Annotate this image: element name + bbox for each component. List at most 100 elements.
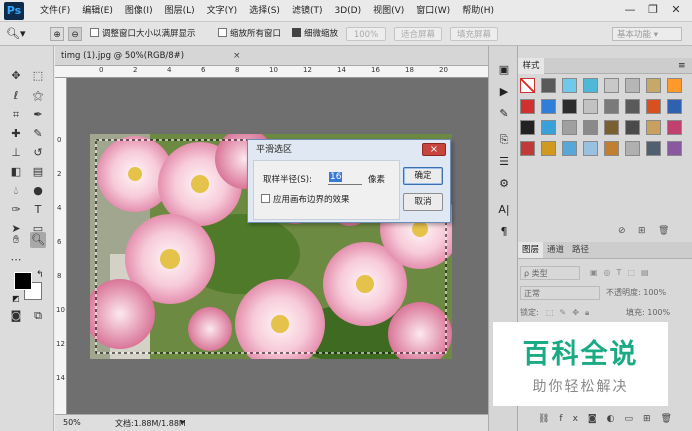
menu-type[interactable]: 文字(Y) (201, 0, 244, 22)
blur-tool-icon[interactable]: 💧︎ (8, 183, 24, 199)
menu-layer[interactable]: 图层(L) (159, 0, 201, 22)
history-panel-icon[interactable]: ▣ (496, 62, 512, 78)
menu-view[interactable]: 视图(V) (367, 0, 410, 22)
healing-brush-icon[interactable]: ✚ (8, 126, 24, 142)
quick-mask-icon[interactable]: ◙ (8, 308, 24, 324)
style-swatch-none[interactable] (520, 78, 535, 93)
properties-panel-icon[interactable]: ☰ (496, 154, 512, 170)
style-swatch[interactable] (520, 141, 535, 156)
lock-icons[interactable]: ⬚✎✥🔒︎ (546, 306, 595, 320)
style-swatch[interactable] (646, 141, 661, 156)
zoom-all-checkbox[interactable]: 缩放所有窗口 (218, 27, 281, 41)
zoom-level[interactable]: 50% (63, 418, 81, 427)
delete-style-icon[interactable]: 🗑︎ (658, 226, 669, 236)
fit-screen-button[interactable]: 适合屏幕 (394, 27, 442, 41)
character-panel-icon[interactable]: A| (496, 202, 512, 218)
workspace-select[interactable]: 基本功能 ▾ (612, 27, 682, 41)
cancel-button[interactable]: 取消 (403, 193, 443, 211)
lasso-tool-icon[interactable]: ℓ (8, 88, 24, 104)
scrubby-zoom-checkbox[interactable]: 细微缩放 (292, 27, 338, 41)
style-swatch[interactable] (625, 120, 640, 135)
no-style-icon[interactable]: ⊘ (618, 226, 626, 236)
style-swatch[interactable] (541, 120, 556, 135)
style-swatch[interactable] (541, 141, 556, 156)
fill-field[interactable]: 填充: 100% (626, 306, 670, 320)
canvas-bounds-checkbox[interactable]: 应用画布边界的效果 (261, 193, 350, 205)
style-swatch[interactable] (520, 120, 535, 135)
style-swatch[interactable] (562, 120, 577, 135)
ok-button[interactable]: 确定 (403, 167, 443, 185)
style-swatch[interactable] (667, 141, 682, 156)
brush-panel-icon[interactable]: ✎ (496, 106, 512, 122)
adjustments-panel-icon[interactable]: ⚙ (496, 176, 512, 192)
dialog-close-button[interactable]: × (422, 143, 446, 156)
style-swatch[interactable] (604, 120, 619, 135)
style-swatch[interactable] (604, 141, 619, 156)
style-swatch[interactable] (646, 99, 661, 114)
layer-filter-icons[interactable]: ▣◎T⬚▤ (590, 266, 655, 280)
move-tool-icon[interactable]: ✥ (8, 68, 24, 84)
style-swatch[interactable] (625, 141, 640, 156)
menu-select[interactable]: 选择(S) (243, 0, 286, 22)
style-swatch[interactable] (583, 99, 598, 114)
tab-layers[interactable]: 图层 (518, 242, 544, 258)
eraser-tool-icon[interactable]: ◧ (8, 164, 24, 180)
minimize-button[interactable]: — (620, 2, 640, 18)
hand-tool-icon[interactable]: ✋︎ (8, 232, 24, 248)
layer-kind-filter[interactable]: ρ 类型 (520, 266, 580, 280)
menu-image[interactable]: 图像(I) (119, 0, 159, 22)
style-swatch[interactable] (583, 141, 598, 156)
dodge-tool-icon[interactable]: ● (30, 183, 46, 199)
marquee-tool-icon[interactable]: ⬚ (30, 68, 46, 84)
menu-window[interactable]: 窗口(W) (410, 0, 456, 22)
gradient-tool-icon[interactable]: ▤ (30, 164, 46, 180)
menu-file[interactable]: 文件(F) (34, 0, 76, 22)
zoom-tool-icon[interactable]: 🔍︎ (30, 232, 46, 248)
sample-radius-input[interactable]: 16 (328, 170, 362, 185)
style-swatch[interactable] (541, 78, 556, 93)
tab-channels[interactable]: 通道 (543, 242, 568, 258)
default-colors-icon[interactable]: ◩ (12, 294, 20, 303)
zoom-tool-icon[interactable]: 🔍︎▾ (6, 27, 26, 41)
more-tools-icon[interactable]: ⋯ (8, 252, 24, 268)
style-swatch[interactable] (541, 99, 556, 114)
style-swatch[interactable] (646, 120, 661, 135)
blend-mode-select[interactable]: 正常 (520, 286, 600, 300)
style-swatch[interactable] (562, 141, 577, 156)
status-menu-arrow-icon[interactable]: ▸ (181, 417, 185, 426)
style-swatch[interactable] (562, 99, 577, 114)
paragraph-panel-icon[interactable]: ¶ (496, 224, 512, 240)
brush-tool-icon[interactable]: ✎ (30, 126, 46, 142)
style-swatch[interactable] (667, 78, 682, 93)
new-style-icon[interactable]: ⊞ (638, 226, 646, 236)
zoom-out-icon[interactable]: ⊖ (68, 27, 82, 41)
eyedropper-icon[interactable]: ✒ (30, 107, 46, 123)
style-swatch[interactable] (562, 78, 577, 93)
menu-edit[interactable]: 编辑(E) (76, 0, 119, 22)
menu-filter[interactable]: 滤镜(T) (286, 0, 329, 22)
actions-panel-icon[interactable]: ▶ (496, 84, 512, 100)
style-swatch[interactable] (667, 120, 682, 135)
zoom-100-button[interactable]: 100% (346, 27, 386, 41)
crop-tool-icon[interactable]: ⌗ (8, 107, 24, 123)
restore-button[interactable]: ❐ (643, 2, 663, 18)
style-swatch[interactable] (667, 99, 682, 114)
clone-source-icon[interactable]: ⎘ (496, 132, 512, 148)
clone-stamp-icon[interactable]: ⊥ (8, 145, 24, 161)
swap-colors-icon[interactable]: ↰ (36, 270, 44, 280)
pen-tool-icon[interactable]: ✑ (8, 202, 24, 218)
style-swatch[interactable] (520, 99, 535, 114)
history-brush-icon[interactable]: ↺ (30, 145, 46, 161)
panel-menu-icon[interactable]: ≡ (678, 58, 686, 74)
screen-mode-icon[interactable]: ⧉ (30, 308, 46, 324)
style-swatch[interactable] (646, 78, 661, 93)
type-tool-icon[interactable]: T (30, 202, 46, 218)
style-swatch[interactable] (583, 78, 598, 93)
resize-windows-checkbox[interactable]: 调整窗口大小以满屏显示 (90, 27, 196, 41)
style-swatch[interactable] (604, 99, 619, 114)
document-tab[interactable]: timg (1).jpg @ 50%(RGB/8#) × (55, 46, 488, 66)
layer-actions-icons[interactable]: ⛓fx◙◐▭⊞🗑︎ (538, 412, 682, 426)
zoom-in-icon[interactable]: ⊕ (50, 27, 64, 41)
style-swatch[interactable] (625, 99, 640, 114)
foreground-color-swatch[interactable] (14, 272, 32, 290)
